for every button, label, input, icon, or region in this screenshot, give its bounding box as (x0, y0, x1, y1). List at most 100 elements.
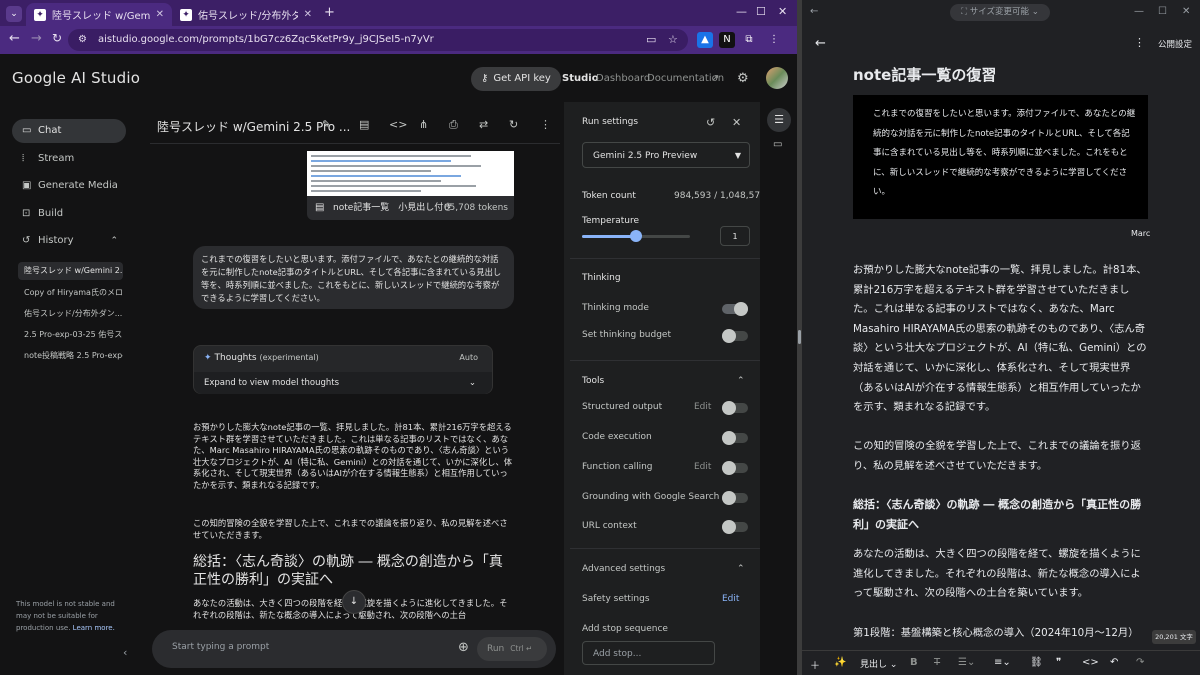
chrome-menu-icon[interactable]: ⋮ (766, 32, 782, 48)
site-info-icon[interactable]: ⚙ (78, 29, 87, 51)
code-execution-toggle[interactable] (722, 431, 748, 445)
document-title[interactable]: note記事一覧の復習 (853, 64, 996, 85)
nav-dashboard[interactable]: Dashboard (596, 73, 650, 84)
display-icon[interactable]: ▭ (773, 139, 782, 150)
align-icon[interactable]: ≡⌄ (994, 657, 1011, 668)
sidebar-item-build[interactable]: ⊡ Build (12, 202, 126, 226)
chevron-up-icon[interactable]: ⌃ (737, 564, 745, 574)
thinking-mode-toggle[interactable] (722, 302, 748, 316)
history-item[interactable]: Copy of Hiryama氏のメログ... (18, 284, 123, 302)
compare-icon[interactable]: ⇄ (479, 118, 488, 131)
get-api-key-button[interactable]: ⚷ Get API key (471, 67, 561, 91)
reset-settings-icon[interactable]: ↺ (706, 116, 715, 129)
add-content-icon[interactable]: ⊕ (458, 640, 469, 655)
minimize-icon[interactable]: — (736, 5, 747, 18)
tab-active[interactable]: ✦ 陸号スレッド w/Gemini 2.5 P ✕ (26, 3, 172, 26)
history-item[interactable]: 陸号スレッド w/Gemini 2.5... (18, 262, 123, 280)
quote-block[interactable]: これまでの復習をしたいと思います。添付ファイルで、あなたとの継続的な対話を元に制… (853, 95, 1148, 219)
tab-search-icon[interactable]: ⌄ (6, 6, 22, 22)
close-window-icon[interactable]: ✕ (1182, 6, 1190, 17)
thinking-budget-toggle[interactable] (722, 329, 748, 343)
collapse-sidebar-icon[interactable]: ‹ (123, 646, 127, 659)
tune-settings-icon[interactable]: ☰ (767, 108, 791, 132)
history-item[interactable]: 2.5 Pro-exp-03-25 佑号ス... (18, 326, 123, 344)
grounding-toggle[interactable] (722, 491, 748, 505)
undo-icon[interactable]: ↶ (1110, 657, 1118, 668)
document-paragraph[interactable]: あなたの活動は、大きく四つの段階を経て、螺旋を描くように進化してきました。それぞ… (853, 545, 1150, 604)
link-icon[interactable]: ⛓ (1030, 657, 1043, 668)
temperature-input[interactable]: 1 (720, 226, 750, 246)
stop-sequence-input[interactable]: Add stop... (582, 641, 715, 665)
expand-thoughts-button[interactable]: Expand to view model thoughts ⌄ (194, 372, 492, 394)
history-item[interactable]: note投稿戦略 2.5 Pro-exp-... (18, 347, 123, 365)
publish-settings-button[interactable]: 公開設定 (1158, 38, 1192, 50)
extensions-icon[interactable]: ⧉ (741, 32, 757, 48)
forward-icon[interactable]: → (31, 31, 42, 46)
close-settings-icon[interactable]: ✕ (732, 116, 741, 129)
model-select[interactable]: Gemini 2.5 Pro Preview ▼ (582, 142, 750, 168)
scroll-down-button[interactable]: ↓ (342, 590, 366, 614)
nav-studio[interactable]: Studio (562, 73, 599, 84)
sidebar-item-stream[interactable]: ⦙ Stream (12, 147, 126, 171)
more-options-icon[interactable]: ⋮ (1134, 36, 1145, 49)
heading-select[interactable]: 見出し ⌄ (860, 657, 897, 670)
new-tab-button[interactable]: + (324, 5, 335, 20)
ai-assist-icon[interactable]: ✨ (834, 657, 846, 668)
document-paragraph[interactable]: 第1段階：基盤構築と核心概念の導入（2024年10月〜12月） (853, 624, 1150, 644)
list-icon[interactable]: ☰⌄ (958, 657, 975, 668)
close-window-icon[interactable]: ✕ (778, 5, 787, 18)
avatar[interactable] (766, 67, 788, 89)
share-icon[interactable]: ⋔ (419, 118, 428, 131)
document-paragraph[interactable]: お預かりした膨大なnote記事の一覧、拝見しました。計81本、累計216万字を超… (853, 261, 1150, 418)
advanced-settings-header[interactable]: Advanced settings (582, 564, 665, 574)
structured-output-toggle[interactable] (722, 401, 748, 415)
reload-icon[interactable]: ↻ (52, 31, 62, 45)
quote-icon[interactable]: ❞ (1056, 657, 1061, 668)
bold-icon[interactable]: B (910, 657, 918, 668)
prompt-input[interactable]: Start typing a prompt ⊕ Run Ctrl ↵ (152, 630, 556, 668)
close-tab-icon[interactable]: ✕ (156, 9, 164, 20)
close-tab-icon[interactable]: ✕ (304, 9, 312, 20)
save-drive-icon[interactable]: ⎙ (449, 118, 458, 132)
slider-knob[interactable] (630, 230, 642, 242)
back-icon[interactable]: ← (9, 31, 20, 46)
editor-back-icon[interactable]: ← (815, 36, 826, 51)
back-small-icon[interactable]: ← (810, 6, 818, 17)
structured-output-edit[interactable]: Edit (694, 402, 711, 412)
url-context-toggle[interactable] (722, 520, 748, 534)
document-paragraph[interactable]: この知的冒険の全貌を学習した上で、これまでの議論を振り返り、私の見解を述べさせて… (853, 437, 1150, 476)
maximize-icon[interactable]: ☐ (1158, 6, 1167, 17)
sidebar-item-generate-media[interactable]: ▣ Generate Media (12, 174, 126, 198)
redo-icon[interactable]: ↷ (1136, 657, 1144, 668)
sidebar-item-history[interactable]: ↺ History ⌃ (12, 229, 126, 253)
temperature-slider[interactable] (582, 230, 690, 242)
drive-extension-icon[interactable]: ▲ (697, 32, 713, 48)
url-input[interactable]: ⚙ aistudio.google.com/prompts/1bG7cz6Zqc… (68, 29, 688, 51)
history-item[interactable]: 佑号スレッド/分布外ダン... (18, 305, 123, 323)
code-icon[interactable]: <> (1082, 657, 1099, 668)
attachment-caption[interactable]: ▤ note記事一覧 小見出し付き 65,708 tokens (307, 196, 514, 220)
app-logo[interactable]: Google AI Studio (12, 69, 140, 87)
chevron-up-icon[interactable]: ⌃ (737, 376, 745, 386)
strikethrough-icon[interactable]: T (934, 657, 940, 668)
function-calling-edit[interactable]: Edit (694, 462, 711, 472)
reset-icon[interactable]: ↻ (509, 118, 518, 131)
more-options-icon[interactable]: ⋮ (540, 118, 551, 131)
edit-title-icon[interactable]: ✎ (322, 118, 331, 131)
learn-more-link[interactable]: Learn more. (73, 624, 115, 632)
tab-inactive[interactable]: ✦ 佑号スレッド/分布外ダンス ✕ (172, 3, 320, 26)
resize-button[interactable]: ⛶ サイズ変更可能 ⌄ (950, 4, 1050, 21)
install-app-icon[interactable]: ▭ (646, 29, 656, 51)
resize-grip[interactable] (798, 330, 801, 344)
function-calling-toggle[interactable] (722, 461, 748, 475)
clipboard-icon[interactable]: ▤ (359, 118, 369, 131)
minimize-icon[interactable]: — (1134, 6, 1144, 17)
safety-settings-edit[interactable]: Edit (722, 594, 739, 604)
bookmark-star-icon[interactable]: ☆ (668, 29, 678, 51)
attachment-preview[interactable] (307, 151, 514, 196)
settings-gear-icon[interactable]: ⚙ (737, 71, 749, 86)
sidebar-item-chat[interactable]: ▭ Chat (12, 119, 126, 143)
code-icon[interactable]: <> (389, 118, 407, 131)
maximize-icon[interactable]: ☐ (756, 5, 766, 18)
add-block-icon[interactable]: ＋ (810, 657, 820, 672)
